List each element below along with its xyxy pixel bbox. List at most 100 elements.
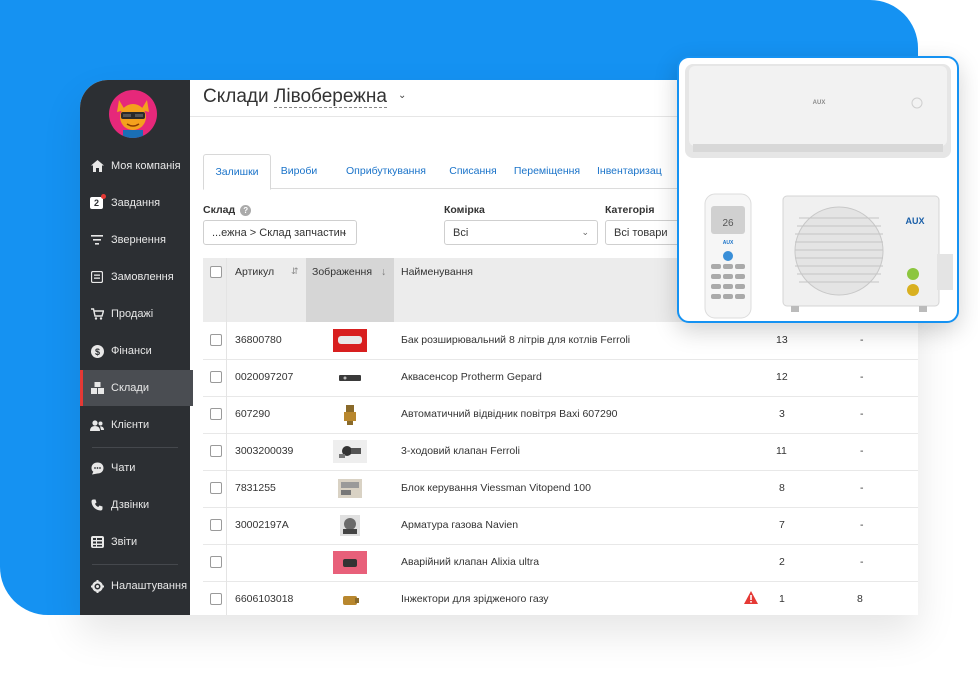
- sidebar-item-warehouses[interactable]: Склади: [80, 370, 193, 406]
- row-article: 0020097207: [235, 371, 294, 383]
- row-checkbox[interactable]: [210, 408, 222, 420]
- chevron-down-icon: ⌄: [581, 227, 589, 237]
- dollar-icon: $: [90, 344, 104, 358]
- table-row[interactable]: 36800780 Бак розширювальний 8 літрів для…: [203, 322, 918, 360]
- sidebar-item-company[interactable]: Моя компанія: [80, 148, 190, 184]
- tab-inventory[interactable]: Інвентаризац: [597, 154, 677, 188]
- sidebar-item-label: Чати: [111, 462, 136, 474]
- tab-products[interactable]: Вироби: [275, 154, 323, 188]
- row-extra: -: [860, 482, 864, 494]
- product-thumbnail: [333, 366, 367, 389]
- chat-icon: [90, 461, 104, 475]
- row-name[interactable]: Аквасенсор Protherm Gepard: [401, 371, 542, 383]
- row-extra: 8: [857, 593, 863, 605]
- page-title-prefix: Склади: [203, 86, 269, 107]
- table-row[interactable]: 3003200039 3-ходовий клапан Ferroli 11 -: [203, 433, 918, 471]
- chevron-down-icon[interactable]: ⌄: [398, 90, 406, 101]
- filter-icon: [90, 233, 104, 247]
- row-name[interactable]: Арматура газова Navien: [401, 519, 518, 531]
- row-checkbox[interactable]: [210, 519, 222, 531]
- filter-category-label: Категорія: [605, 204, 655, 216]
- column-header-image[interactable]: Зображення: [312, 266, 372, 278]
- sidebar-item-requests[interactable]: Звернення: [80, 222, 190, 258]
- tab-stock[interactable]: Залишки: [203, 154, 271, 190]
- table-row[interactable]: 0020097207 Аквасенсор Protherm Gepard 12…: [203, 359, 918, 397]
- remote-logo: AUX: [723, 240, 734, 246]
- row-name[interactable]: Блок керування Viessman Vitopend 100: [401, 482, 591, 494]
- table-row[interactable]: Аварійний клапан Alixia ultra 2 -: [203, 544, 918, 582]
- row-name[interactable]: Інжектори для зрідженого газу: [401, 593, 549, 605]
- page-title: Склади Лівобережна: [203, 86, 387, 108]
- row-checkbox[interactable]: [210, 371, 222, 383]
- sort-icon[interactable]: ⇵: [291, 266, 299, 277]
- product-image-preview[interactable]: AUX 26 AUX AUX: [677, 56, 959, 323]
- table-row[interactable]: 7831255 Блок керування Viessman Vitopend…: [203, 470, 918, 508]
- sidebar-item-label: Склади: [111, 382, 149, 394]
- row-extra: -: [860, 445, 864, 457]
- sidebar-item-clients[interactable]: Клієнти: [80, 407, 190, 443]
- row-name[interactable]: Бак розширювальний 8 літрів для котлів F…: [401, 334, 630, 346]
- tasks-badge: 2: [90, 197, 103, 209]
- sidebar-item-calls[interactable]: Дзвінки: [80, 487, 190, 523]
- row-checkbox[interactable]: [210, 556, 222, 568]
- row-extra: -: [860, 519, 864, 531]
- product-thumbnail: [333, 440, 367, 463]
- row-checkbox[interactable]: [210, 445, 222, 457]
- row-checkbox[interactable]: [210, 334, 222, 346]
- sort-down-icon[interactable]: ↓: [381, 266, 386, 278]
- sidebar-item-sales[interactable]: Продажі: [80, 296, 190, 332]
- filter-warehouse-label: Склад?: [203, 204, 252, 216]
- column-header-name[interactable]: Найменування: [401, 266, 473, 278]
- row-article: 7831255: [235, 482, 276, 494]
- row-checkbox[interactable]: [210, 482, 222, 494]
- sidebar-item-tasks[interactable]: 2 Завдання: [80, 185, 190, 221]
- sidebar-item-orders[interactable]: Замовлення: [80, 259, 190, 295]
- cart-icon: [90, 307, 104, 321]
- users-icon: [90, 418, 104, 432]
- tab-receipts[interactable]: Оприбуткування: [333, 154, 439, 188]
- cell-select[interactable]: Всі ⌄: [444, 220, 598, 245]
- chevron-down-icon: ⌄: [340, 227, 348, 237]
- row-name[interactable]: Аварійний клапан Alixia ultra: [401, 556, 539, 568]
- table-row[interactable]: 607290 Автоматичний відвідник повітря Ba…: [203, 396, 918, 434]
- sidebar-item-finance[interactable]: $ Фінанси: [80, 333, 190, 369]
- row-quantity: 12: [776, 371, 788, 383]
- warehouse-switcher[interactable]: Лівобережна: [273, 86, 387, 108]
- category-select-value: Всі товари: [614, 226, 668, 239]
- product-thumbnail: [333, 329, 367, 352]
- sidebar-divider: [92, 564, 178, 565]
- product-thumbnail: [333, 477, 367, 500]
- row-article: 607290: [235, 408, 271, 420]
- tab-writeoffs[interactable]: Списання: [447, 154, 499, 188]
- row-extra: -: [860, 408, 864, 420]
- table-row[interactable]: 30002197A Арматура газова Navien 7 -: [203, 507, 918, 545]
- sidebar-item-label: Звернення: [111, 234, 166, 246]
- filter-cell-label: Комірка: [444, 204, 485, 216]
- table-row[interactable]: 6606103018 Інжектори для зрідженого газу…: [203, 581, 918, 615]
- row-name[interactable]: 3-ходовий клапан Ferroli: [401, 445, 520, 457]
- row-name[interactable]: Автоматичний відвідник повітря Baxi 6072…: [401, 408, 618, 420]
- avatar[interactable]: [109, 90, 157, 138]
- row-extra: -: [860, 371, 864, 383]
- row-quantity: 7: [779, 519, 785, 531]
- product-thumbnail: [333, 551, 367, 574]
- row-quantity: 1: [779, 593, 785, 605]
- row-quantity: 8: [779, 482, 785, 494]
- column-header-article[interactable]: Артикул: [235, 266, 274, 278]
- row-checkbox[interactable]: [210, 593, 222, 605]
- sidebar-item-settings[interactable]: Налаштування: [80, 568, 190, 604]
- tab-transfers[interactable]: Переміщення: [509, 154, 585, 188]
- home-icon: [90, 159, 104, 173]
- sidebar-item-label: Звіти: [111, 536, 138, 548]
- sidebar-item-reports[interactable]: Звіти: [80, 524, 190, 560]
- row-quantity: 2: [779, 556, 785, 568]
- air-conditioner-image: AUX 26 AUX AUX: [685, 64, 953, 319]
- row-extra: -: [860, 334, 864, 346]
- sidebar-item-chats[interactable]: Чати: [80, 450, 190, 486]
- sidebar-item-label: Продажі: [111, 308, 154, 320]
- help-icon[interactable]: ?: [240, 205, 252, 216]
- warehouse-select[interactable]: ...ежна > Склад запчастин ⌄: [203, 220, 357, 245]
- row-article: 3003200039: [235, 445, 294, 457]
- sidebar-item-label: Налаштування: [111, 580, 188, 592]
- select-all-checkbox[interactable]: [210, 266, 222, 278]
